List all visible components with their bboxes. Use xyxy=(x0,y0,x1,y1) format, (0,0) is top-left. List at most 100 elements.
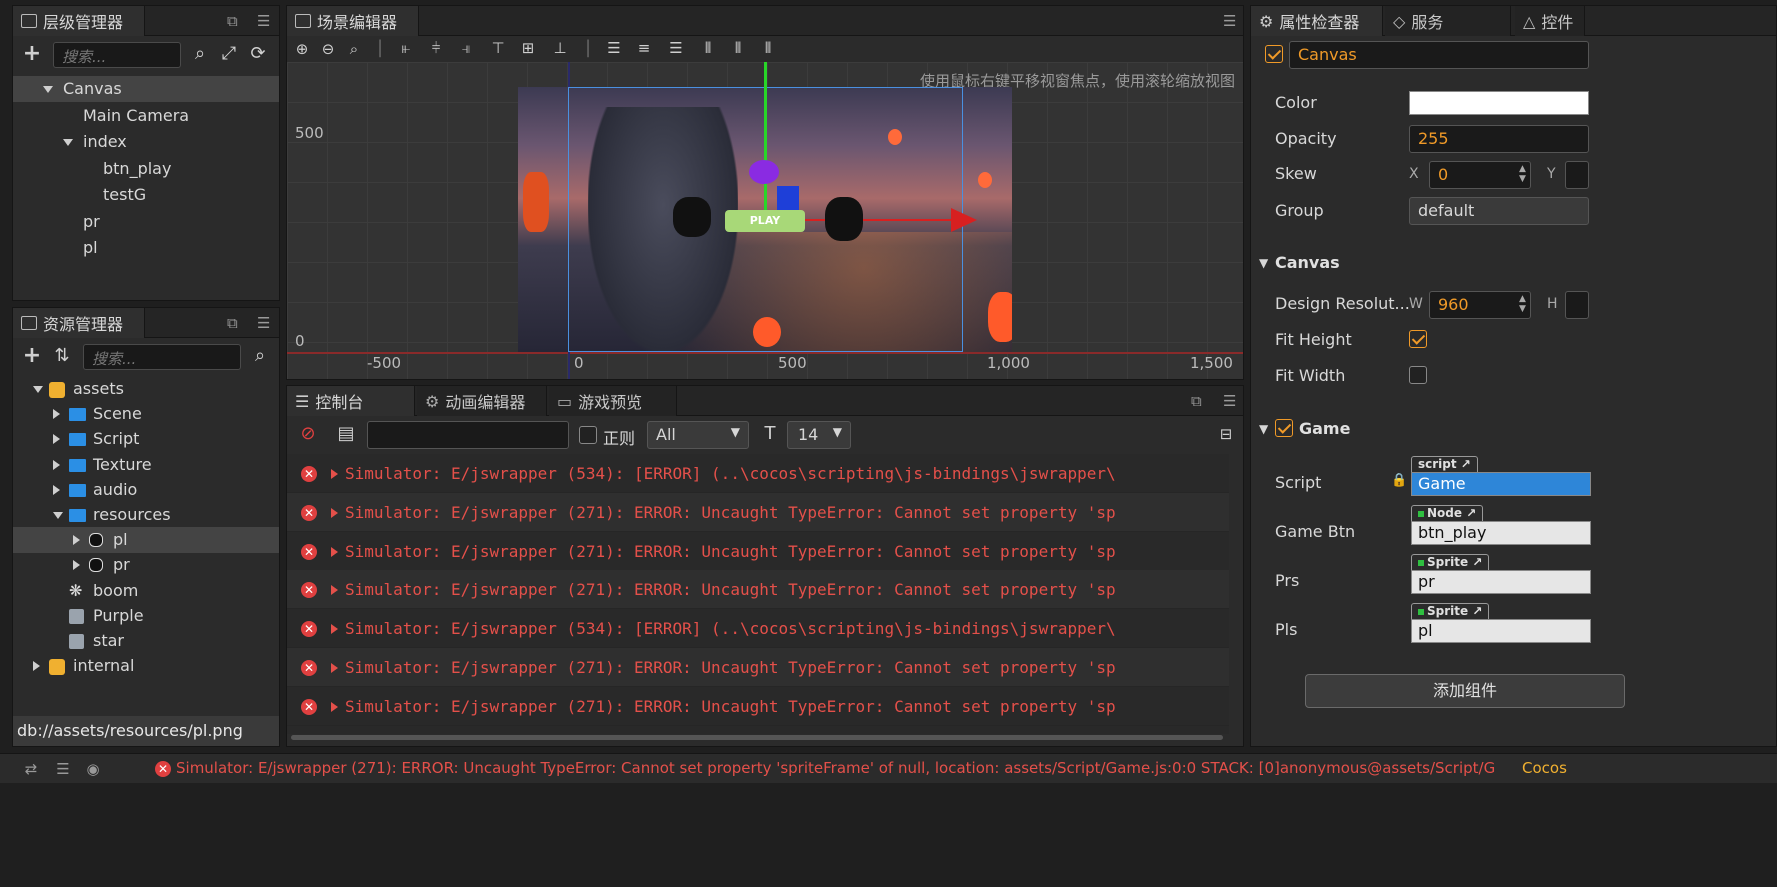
search-icon[interactable]: ⌕ xyxy=(249,346,271,366)
zoom-reset-icon[interactable]: ⌕ xyxy=(343,39,365,59)
add-component-button[interactable]: 添加组件 xyxy=(1305,674,1625,708)
expand-log-icon[interactable] xyxy=(331,546,338,557)
tab-services[interactable]: ◇ 服务 xyxy=(1385,6,1511,36)
distribute-right-icon[interactable]: ⦀ xyxy=(757,38,779,58)
expand-log-icon[interactable] xyxy=(331,624,338,635)
tab-scene[interactable]: 场景编辑器 xyxy=(287,6,419,36)
caret-right-icon[interactable] xyxy=(53,434,60,445)
distribute-vcenter-icon[interactable]: ≡ xyxy=(633,38,655,58)
menu-icon[interactable]: ☰ xyxy=(1223,14,1237,29)
log-row[interactable]: ✕ Simulator: E/jswrapper (271): ERROR: Un… xyxy=(287,532,1229,571)
tab-controls[interactable]: △ 控件 xyxy=(1515,6,1585,36)
caret-right-icon[interactable] xyxy=(33,661,40,672)
log-file-icon[interactable]: ▤ xyxy=(335,424,357,444)
hierarchy-node[interactable]: pl xyxy=(13,235,279,261)
cat-left-sprite[interactable] xyxy=(673,197,711,237)
opacity-input[interactable]: 255 xyxy=(1409,125,1589,153)
asset-item[interactable]: pr xyxy=(13,552,279,578)
popout-icon[interactable]: ⧉ xyxy=(227,14,241,29)
distribute-left-icon[interactable]: ⦀ xyxy=(697,38,719,58)
hierarchy-search-input[interactable]: 搜索... xyxy=(53,42,181,68)
log-row[interactable]: ✕ Simulator: E/jswrapper (271): ERROR: Un… xyxy=(287,648,1229,687)
asset-item[interactable]: resources xyxy=(13,502,279,528)
refresh-icon[interactable]: ⟳ xyxy=(247,44,269,64)
hierarchy-node[interactable]: btn_play xyxy=(13,156,279,182)
popout-icon[interactable]: ⧉ xyxy=(227,316,241,331)
node-name-input[interactable]: Canvas xyxy=(1289,41,1589,69)
design-height-input[interactable] xyxy=(1565,291,1589,319)
console-scrollbar[interactable] xyxy=(291,735,1223,740)
expand-log-icon[interactable] xyxy=(331,469,338,479)
play-button-sprite[interactable]: PLAY xyxy=(725,210,805,232)
hierarchy-node[interactable]: Canvas xyxy=(13,76,279,102)
skew-y-input[interactable] xyxy=(1565,161,1589,189)
tab-game-preview[interactable]: ▭ 游戏预览 xyxy=(549,386,677,416)
expand-log-icon[interactable] xyxy=(331,507,338,518)
asset-item[interactable]: pl xyxy=(13,527,279,554)
align-hcenter-icon[interactable]: ⫩ xyxy=(425,38,447,58)
sort-icon[interactable]: ⇅ xyxy=(51,346,73,366)
align-left-icon[interactable]: ⫦ xyxy=(395,38,417,58)
sync-icon[interactable]: ⇄ xyxy=(20,759,42,779)
asset-item[interactable]: ❋ boom xyxy=(13,578,279,604)
assets-search-input[interactable]: 搜索... xyxy=(83,344,241,370)
font-size-select[interactable]: 14 ▼ xyxy=(787,421,851,449)
stepper-icon[interactable]: ▲ ▼ xyxy=(1519,164,1526,184)
menu-icon[interactable]: ☰ xyxy=(257,14,271,29)
caret-down-icon[interactable] xyxy=(43,86,53,93)
distribute-bottom-icon[interactable]: ☰ xyxy=(665,38,687,58)
menu-icon[interactable]: ☰ xyxy=(257,316,271,331)
blue-node[interactable] xyxy=(777,186,799,210)
zoom-in-icon[interactable]: ⊕ xyxy=(291,39,313,59)
asset-item[interactable]: Script xyxy=(13,426,279,452)
design-width-input[interactable]: 960 xyxy=(1429,291,1531,319)
log-row[interactable]: ✕ Simulator: E/jswrapper (271): ERROR: Un… xyxy=(287,687,1229,726)
fit-width-checkbox[interactable] xyxy=(1409,366,1427,384)
collapse-icon[interactable]: ⊟ xyxy=(1215,424,1237,444)
cat-right-sprite[interactable] xyxy=(825,197,863,241)
scene-viewport[interactable]: 使用鼠标右键平移视窗焦点，使用滚轮缩放视图 500 0 -500 0 500 1… xyxy=(287,62,1243,379)
game-section-caret[interactable]: ▼ xyxy=(1259,422,1268,436)
asset-item[interactable]: Texture xyxy=(13,452,279,478)
tab-assets[interactable]: 资源管理器 xyxy=(13,308,145,338)
menu-icon[interactable]: ☰ xyxy=(1223,394,1237,409)
asset-item[interactable]: assets xyxy=(13,376,279,402)
prs-field[interactable]: pr xyxy=(1411,570,1591,594)
console-filter-input[interactable] xyxy=(367,421,569,449)
expand-icon[interactable]: ⤢ xyxy=(218,44,240,64)
clear-icon[interactable]: ⊘ xyxy=(297,424,319,444)
y-gizmo[interactable] xyxy=(764,62,767,222)
caret-down-icon[interactable] xyxy=(63,139,73,146)
pls-field[interactable]: pl xyxy=(1411,619,1591,643)
color-swatch[interactable] xyxy=(1409,91,1589,115)
hierarchy-node[interactable]: pr xyxy=(13,209,279,235)
tab-console[interactable]: ☰ 控制台 xyxy=(287,386,415,416)
add-asset-button[interactable]: + xyxy=(21,345,43,367)
add-node-button[interactable]: + xyxy=(21,43,43,65)
node-active-checkbox[interactable] xyxy=(1265,45,1283,63)
caret-right-icon[interactable] xyxy=(53,484,60,495)
log-level-select[interactable]: All ▼ xyxy=(647,421,749,449)
distribute-top-icon[interactable]: ☰ xyxy=(603,38,625,58)
asset-item[interactable]: star xyxy=(13,628,279,654)
log-row[interactable]: ✕ Simulator: E/jswrapper (271): ERROR: Un… xyxy=(287,570,1229,610)
database-icon[interactable]: ☰ xyxy=(52,759,74,779)
caret-right-icon[interactable] xyxy=(53,409,60,420)
caret-down-icon[interactable] xyxy=(33,386,43,393)
expand-log-icon[interactable] xyxy=(331,663,338,673)
zoom-out-icon[interactable]: ⊖ xyxy=(317,39,339,59)
log-row[interactable]: ✕ Simulator: E/jswrapper (271): ERROR: Un… xyxy=(287,492,1229,532)
purple-sprite[interactable] xyxy=(749,160,779,184)
caret-right-icon[interactable] xyxy=(73,535,80,546)
hierarchy-node[interactable]: testG xyxy=(13,182,279,208)
asset-item[interactable]: audio xyxy=(13,477,279,503)
tab-hierarchy[interactable]: 层级管理器 xyxy=(13,6,145,36)
caret-down-icon[interactable] xyxy=(53,512,63,519)
tab-animation[interactable]: ⚙ 动画编辑器 xyxy=(417,386,547,416)
tab-inspector[interactable]: ⚙ 属性检查器 xyxy=(1251,6,1383,36)
eye-icon[interactable]: ◉ xyxy=(82,759,104,779)
hierarchy-node[interactable]: Main Camera xyxy=(13,103,279,129)
group-select[interactable]: default xyxy=(1409,197,1589,225)
x-gizmo-arrow-icon[interactable] xyxy=(951,208,977,232)
align-top-icon[interactable]: ⊤ xyxy=(487,38,509,58)
